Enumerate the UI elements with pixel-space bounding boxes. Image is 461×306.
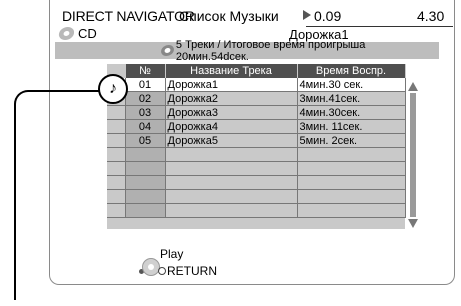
track-name bbox=[165, 175, 298, 190]
track-name: Дорожка2 bbox=[165, 91, 298, 106]
callout-line bbox=[14, 90, 100, 300]
play-hint: Play bbox=[160, 247, 184, 261]
row-icon-cell bbox=[107, 161, 126, 176]
disc-type: CD bbox=[57, 26, 97, 41]
row-icon-cell bbox=[107, 119, 126, 134]
track-name: Дорожка5 bbox=[165, 133, 298, 148]
track-number: 05 bbox=[125, 133, 166, 148]
track-number bbox=[125, 175, 166, 190]
info-text: 5 Треки / Итоговое время проигрыша 20мин… bbox=[175, 38, 366, 63]
disc-icon bbox=[57, 27, 76, 40]
callout-circle: ♪ bbox=[98, 74, 128, 104]
track-time: 5мин. 2сек. bbox=[297, 133, 406, 148]
table-row-empty bbox=[107, 175, 406, 190]
app-name: DIRECT NAVIGATOR bbox=[62, 8, 195, 24]
track-name: Дорожка1 bbox=[165, 78, 298, 92]
track-number: 02 bbox=[125, 91, 166, 106]
table-row-empty bbox=[107, 161, 406, 176]
row-icon-cell bbox=[107, 147, 126, 162]
track-name bbox=[165, 147, 298, 162]
column-header-title: Название Трека bbox=[165, 64, 298, 78]
column-header-number: № bbox=[125, 64, 166, 78]
track-time: 4мин.30 сек. bbox=[297, 78, 406, 92]
track-name: Дорожка4 bbox=[165, 119, 298, 134]
track-time: 4мин.30сек. bbox=[297, 105, 406, 120]
time-elapsed: 0.09 bbox=[314, 8, 342, 24]
table-row[interactable]: 04 Дорожка4 3мин. 11сек. bbox=[107, 119, 406, 134]
table-row[interactable]: 05 Дорожка5 5мин. 2сек. bbox=[107, 133, 406, 148]
track-time bbox=[297, 161, 406, 176]
track-number: 01 bbox=[125, 78, 166, 92]
scroll-down-icon[interactable] bbox=[408, 219, 418, 228]
scroll-track[interactable] bbox=[410, 93, 416, 217]
table-row-empty bbox=[107, 189, 406, 204]
return-ring-icon bbox=[158, 267, 166, 275]
disc-icon bbox=[160, 45, 175, 56]
return-label: RETURN bbox=[167, 264, 217, 278]
time-total: 4.30 bbox=[417, 8, 445, 24]
play-indicator-icon bbox=[303, 10, 311, 20]
table-row-empty bbox=[107, 147, 406, 162]
table-header: № Название Трека Время Воспр. bbox=[107, 64, 406, 78]
track-number bbox=[125, 147, 166, 162]
track-time bbox=[297, 175, 406, 190]
track-number: 03 bbox=[125, 105, 166, 120]
column-header-time: Время Воспр. bbox=[297, 64, 406, 78]
row-icon-cell bbox=[107, 133, 126, 148]
row-icon-cell bbox=[107, 175, 126, 190]
track-time bbox=[297, 147, 406, 162]
track-time bbox=[297, 203, 406, 218]
music-note-icon: ♪ bbox=[109, 80, 117, 97]
track-number bbox=[125, 161, 166, 176]
disc-label: CD bbox=[78, 26, 97, 41]
table-row-empty bbox=[107, 203, 406, 218]
table-row[interactable]: 03 Дорожка3 4мин.30сек. bbox=[107, 105, 406, 120]
track-name bbox=[165, 203, 298, 218]
track-number bbox=[125, 203, 166, 218]
direct-navigator-screen: DIRECT NAVIGATOR Список Музыки 0.09 4.30… bbox=[49, 0, 455, 285]
row-icon-cell bbox=[107, 189, 126, 204]
row-icon-cell bbox=[107, 203, 126, 218]
track-name: Дорожка3 bbox=[165, 105, 298, 120]
table-row[interactable]: 02 Дорожка2 3мин.41сек. bbox=[107, 91, 406, 106]
page-title: Список Музыки bbox=[179, 8, 279, 24]
track-time bbox=[297, 189, 406, 204]
row-icon-cell bbox=[107, 105, 126, 120]
track-table: № Название Трека Время Воспр. 01 Дорожка1… bbox=[107, 64, 406, 229]
scrollbar[interactable] bbox=[408, 82, 418, 229]
track-name bbox=[165, 189, 298, 204]
track-time: 3мин.41сек. bbox=[297, 91, 406, 106]
table-row[interactable]: 01 Дорожка1 4мин.30 сек. bbox=[107, 78, 406, 92]
track-time: 3мин. 11сек. bbox=[297, 119, 406, 134]
track-number bbox=[125, 189, 166, 204]
track-name bbox=[165, 161, 298, 176]
track-number: 04 bbox=[125, 119, 166, 134]
info-bar: 5 Треки / Итоговое время проигрыша 20мин… bbox=[55, 39, 439, 63]
return-hint: RETURN bbox=[158, 264, 217, 278]
scroll-up-icon[interactable] bbox=[408, 82, 418, 91]
